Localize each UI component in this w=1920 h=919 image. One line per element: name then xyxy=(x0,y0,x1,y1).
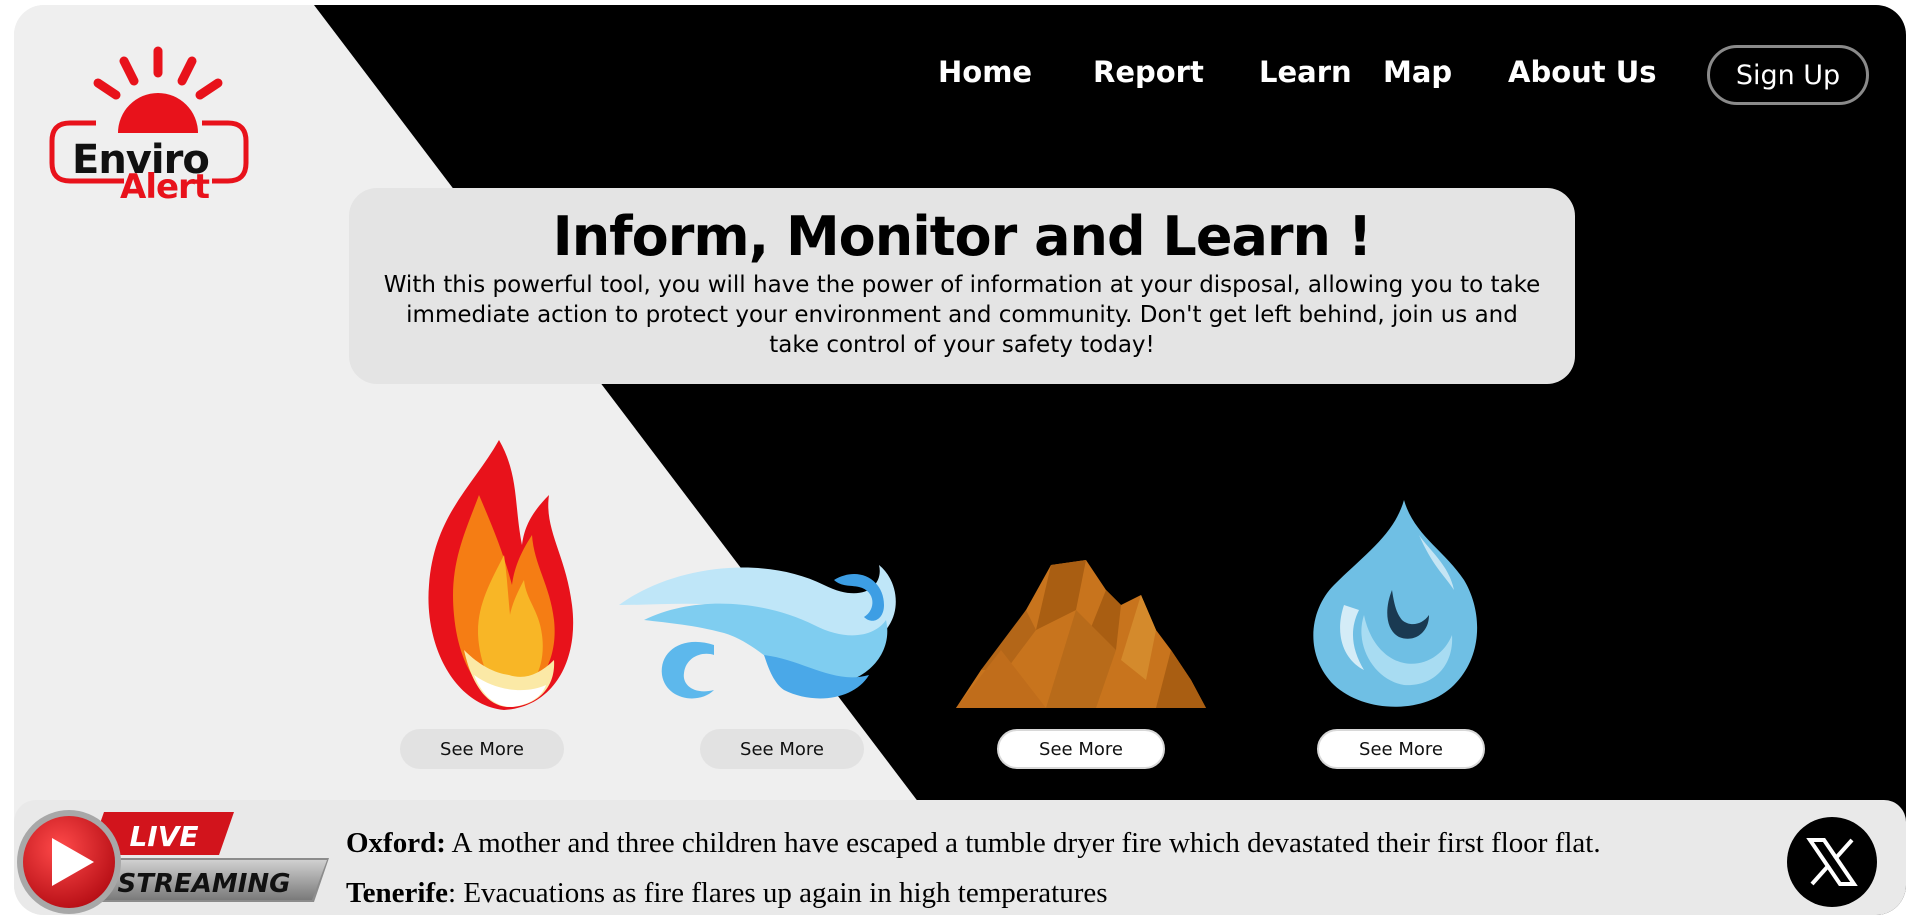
hero-description-line: With this powerful tool, you will have t… xyxy=(383,272,1541,298)
earth-icon xyxy=(956,560,1206,708)
nav-report[interactable]: Report xyxy=(1093,55,1204,89)
hero-card: Inform, Monitor and Learn ! With this po… xyxy=(349,188,1575,384)
streaming-label: STREAMING xyxy=(117,869,290,899)
news-place: Oxford: xyxy=(346,827,446,859)
see-more-button-wind[interactable]: See More xyxy=(700,729,864,769)
page-frame: Enviro Alert Home Report Learn Map About… xyxy=(14,5,1906,915)
see-more-button-water[interactable]: See More xyxy=(1317,729,1485,769)
wind-icon xyxy=(619,565,896,699)
see-more-button-earth[interactable]: See More xyxy=(997,729,1165,769)
nav-about-us[interactable]: About Us xyxy=(1508,55,1657,89)
hero-description: With this powerful tool, you will have t… xyxy=(372,270,1552,360)
news-place: Tenerife xyxy=(346,877,449,909)
sign-up-button[interactable]: Sign Up xyxy=(1707,45,1869,105)
nav-learn[interactable]: Learn xyxy=(1259,55,1352,89)
news-item[interactable]: Oxford: A mother and three children have… xyxy=(346,818,1601,868)
x-logo-icon xyxy=(1806,838,1858,886)
background-diagonal xyxy=(14,5,1906,915)
hero-description-line: immediate action to protect your environ… xyxy=(406,302,1518,328)
news-ticker: LIVE STREAMING Oxford: A mother and thre… xyxy=(14,800,1906,915)
nav-home[interactable]: Home xyxy=(938,55,1032,89)
x-social-button[interactable] xyxy=(1787,817,1877,907)
live-streaming-badge[interactable]: LIVE STREAMING xyxy=(14,800,344,915)
main-nav: Home Report Learn Map About Us xyxy=(14,55,1906,105)
fire-icon xyxy=(428,440,574,710)
live-label: LIVE xyxy=(129,820,198,853)
news-text: : Evacuations as fire flares up again in… xyxy=(448,877,1108,909)
news-item[interactable]: Tenerife: Evacuations as fire flares up … xyxy=(346,868,1601,915)
news-list: Oxford: A mother and three children have… xyxy=(346,818,1601,915)
hero-title: Inform, Monitor and Learn ! xyxy=(552,205,1373,268)
hero-description-line: take control of your safety today! xyxy=(769,332,1155,358)
logo-text-alert: Alert xyxy=(120,167,210,207)
news-text: A mother and three children have escaped… xyxy=(445,827,1601,859)
water-icon xyxy=(1313,500,1478,707)
nav-map[interactable]: Map xyxy=(1383,55,1452,89)
see-more-button-fire[interactable]: See More xyxy=(400,729,564,769)
